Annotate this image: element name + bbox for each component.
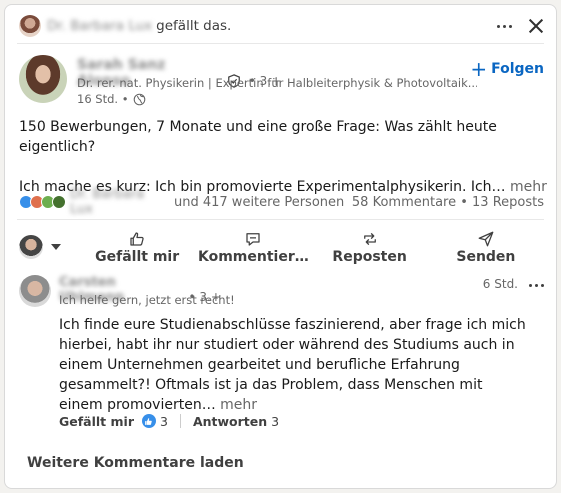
chevron-down-icon <box>51 244 61 250</box>
repost-button[interactable]: Reposten <box>312 230 428 265</box>
divider <box>179 414 181 428</box>
comment-reply-count[interactable]: 3 <box>271 414 279 429</box>
like-button[interactable]: Gefällt mir <box>79 230 195 265</box>
comment-label: Kommentier… <box>198 248 309 265</box>
globe-icon <box>133 93 145 105</box>
post-time: 16 Std. • <box>77 92 129 106</box>
action-bar: Gefällt mir Kommentier… Reposten Senden <box>19 227 544 267</box>
liked-suffix: gefällt das. <box>156 18 232 34</box>
social-context-bar: Dr. Barbara Lux gefällt das. <box>19 13 546 39</box>
liked-by-text: Dr. Barbara Lux gefällt das. <box>47 18 231 34</box>
close-icon[interactable] <box>526 16 546 36</box>
reaction-icons[interactable] <box>19 195 66 209</box>
comment-text: Ich finde eure Studienabschlüsse faszini… <box>59 315 529 415</box>
post-time-row: 16 Std. • <box>77 92 146 106</box>
comments-reposts-count[interactable]: 58 Kommentare • 13 Reposts <box>352 195 544 210</box>
like-reaction-icon <box>141 414 156 428</box>
comment-actions: Gefällt mir 3 Antworten 3 <box>59 411 279 431</box>
follow-label: Folgen <box>491 61 544 77</box>
divider <box>17 43 544 44</box>
send-label: Senden <box>456 248 516 265</box>
send-button[interactable]: Senden <box>428 230 544 265</box>
reactions-count[interactable]: und 417 weitere Personen <box>174 195 344 210</box>
insightful-reaction-icon <box>52 195 66 209</box>
author-avatar[interactable] <box>19 55 67 103</box>
post-line-1: 150 Bewerbungen, 7 Monate und eine große… <box>19 119 497 155</box>
my-avatar <box>19 235 43 259</box>
actor-switcher[interactable] <box>19 235 79 259</box>
like-label: Gefällt mir <box>95 248 180 265</box>
social-counts: Dr. Barbara Lux und 417 weitere Personen… <box>19 187 544 217</box>
comment-ellipsis-icon[interactable] <box>526 275 546 295</box>
comment-time: 6 Std. <box>482 277 518 291</box>
liker-avatar[interactable] <box>19 15 41 37</box>
author-headline: Dr. rer. nat. Physikerin | Expertin für … <box>77 76 477 90</box>
divider <box>17 219 544 220</box>
commenter-headline: Ich helfe gern, jetzt erst recht! <box>59 293 235 307</box>
plus-icon: + <box>470 57 488 81</box>
comment-like-button[interactable]: Gefällt mir <box>59 414 134 429</box>
comment-like-count[interactable]: 3 <box>160 414 168 429</box>
send-icon <box>478 231 494 246</box>
post-card: Dr. Barbara Lux gefällt das. Sarah Sanz A… <box>4 4 557 489</box>
comment-reply-button[interactable]: Antworten <box>193 414 267 429</box>
post-body: 150 Bewerbungen, 7 Monate und eine große… <box>19 117 549 197</box>
thumbs-up-icon <box>130 231 144 246</box>
comment-button[interactable]: Kommentier… <box>195 230 311 265</box>
repost-label: Reposten <box>332 248 407 265</box>
follow-button[interactable]: + Folgen <box>470 57 544 81</box>
comment-icon <box>246 232 261 246</box>
repost-icon <box>363 232 376 245</box>
commenter-avatar[interactable] <box>19 275 51 307</box>
ellipsis-icon[interactable] <box>494 16 514 36</box>
reactor-name[interactable]: Dr. Barbara Lux <box>70 187 170 217</box>
post-author: Sarah Sanz Alonso • 3.+ Dr. rer. nat. Ph… <box>19 53 544 109</box>
load-more-comments-button[interactable]: Weitere Kommentare laden <box>27 455 244 471</box>
comment-body: Ich finde eure Studienabschlüsse faszini… <box>59 317 526 413</box>
liker-name[interactable]: Dr. Barbara Lux <box>47 18 152 34</box>
